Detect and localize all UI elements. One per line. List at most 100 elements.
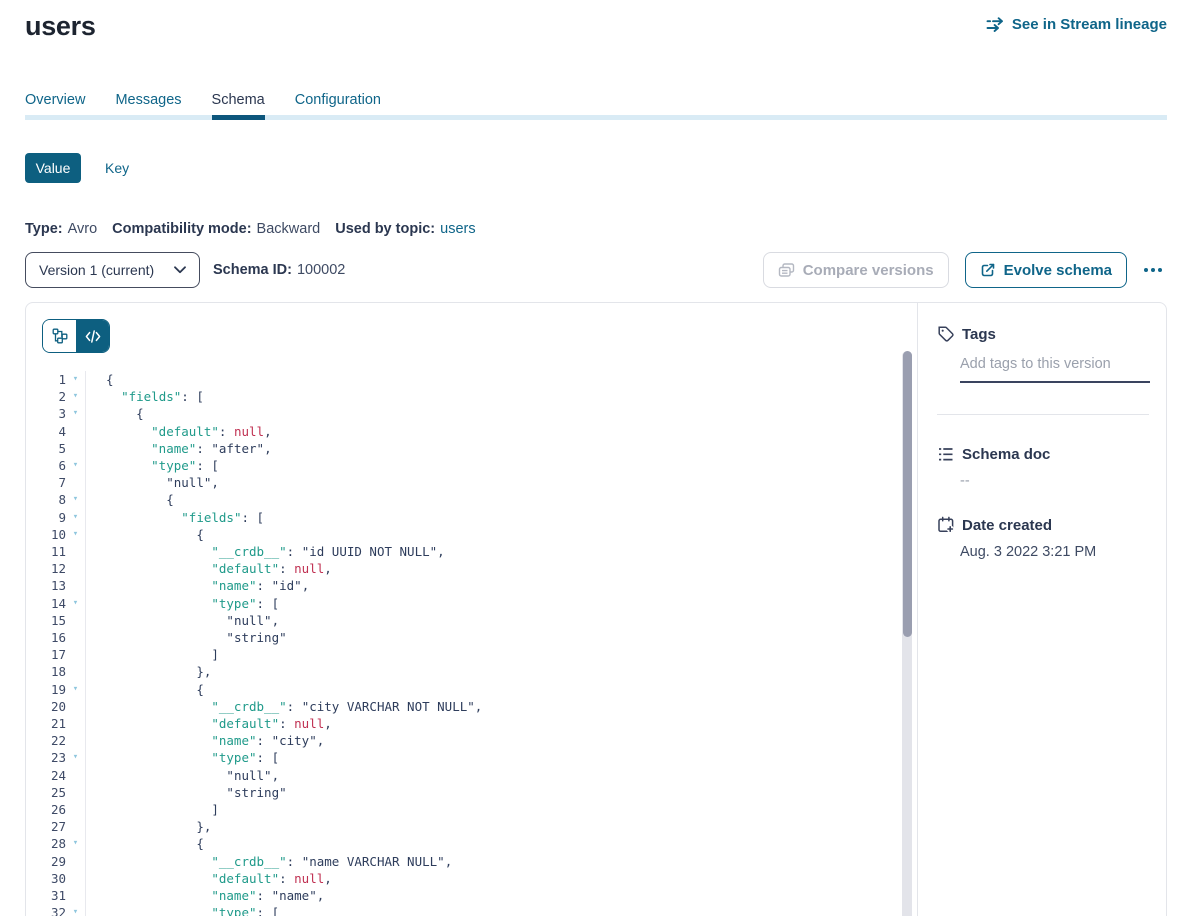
schema-doc-section-header: Schema doc [937,446,1149,463]
line-number: 12 [26,560,66,577]
tab-underline-track [25,115,1167,120]
code-line: 8▾ { [26,491,887,508]
schema-code-editor: 1▾{2▾ "fields": [3▾ {4 "default": null,5… [26,303,917,916]
tag-icon [937,325,955,343]
key-tab-button[interactable]: Key [105,160,129,176]
line-number: 17 [26,646,66,663]
code-text: { [85,526,204,543]
line-number: 27 [26,818,66,835]
fold-toggle-icon[interactable]: ▾ [66,904,85,916]
line-number: 20 [26,698,66,715]
line-number: 26 [26,801,66,818]
tags-section-header: Tags [937,325,1149,343]
code-text: "null", [85,612,279,629]
schema-panel: 1▾{2▾ "fields": [3▾ {4 "default": null,5… [25,302,1167,916]
topbar: users See in Stream lineage [25,8,1167,44]
see-in-stream-lineage-link[interactable]: See in Stream lineage [986,16,1167,33]
fold-spacer [66,767,85,784]
fold-spacer [66,646,85,663]
evolve-schema-label: Evolve schema [1004,262,1112,279]
schema-target-toggle: Value Key [25,153,1167,183]
compare-versions-button[interactable]: Compare versions [763,252,949,288]
line-number: 28 [26,835,66,852]
code-line: 27 }, [26,818,887,835]
fold-spacer [66,853,85,870]
fold-spacer [66,887,85,904]
code-text: "string" [85,784,287,801]
fold-toggle-icon[interactable]: ▾ [66,371,85,388]
chevron-down-icon [174,266,186,274]
fold-spacer [66,560,85,577]
fold-toggle-icon[interactable]: ▾ [66,457,85,474]
fold-spacer [66,715,85,732]
code-line: 25 "string" [26,784,887,801]
code-text: "name": "after", [85,440,272,457]
code-view-icon [85,329,101,344]
code-text: "default": null, [85,560,332,577]
line-number: 31 [26,887,66,904]
code-line: 30 "default": null, [26,870,887,887]
editor-scrollbar-track[interactable] [902,351,912,916]
calendar-add-icon [937,516,955,534]
version-select[interactable]: Version 1 (current) [25,252,200,288]
code-line: 31 "name": "name", [26,887,887,904]
line-number: 32 [26,904,66,916]
line-number: 21 [26,715,66,732]
line-number: 8 [26,491,66,508]
fold-toggle-icon[interactable]: ▾ [66,835,85,852]
date-created-title: Date created [962,517,1052,534]
code-text: "__crdb__": "id UUID NOT NULL", [85,543,445,560]
fold-toggle-icon[interactable]: ▾ [66,491,85,508]
line-number: 15 [26,612,66,629]
schema-meta-row: Type: Avro Compatibility mode: Backward … [25,221,1167,237]
code-line: 5 "name": "after", [26,440,887,457]
code-line: 14▾ "type": [ [26,595,887,612]
code-line: 17 ] [26,646,887,663]
fold-spacer [66,870,85,887]
used-by-topic-label: Used by topic: [335,221,435,237]
used-by-topic-link[interactable]: users [440,221,475,237]
fold-toggle-icon[interactable]: ▾ [66,388,85,405]
schema-sidebar: Tags Schema doc -- [917,303,1166,916]
fold-spacer [66,801,85,818]
code-text: "string" [85,629,287,646]
line-number: 6 [26,457,66,474]
fold-toggle-icon[interactable]: ▾ [66,595,85,612]
evolve-schema-button[interactable]: Evolve schema [965,252,1127,288]
code-text: "type": [ [85,457,219,474]
code-line: 18 }, [26,663,887,680]
line-number: 1 [26,371,66,388]
line-number: 2 [26,388,66,405]
lineage-link-label: See in Stream lineage [1012,16,1167,33]
date-created-section-header: Date created [937,516,1149,534]
fold-spacer [66,543,85,560]
line-number: 16 [26,629,66,646]
fold-spacer [66,732,85,749]
fold-toggle-icon[interactable]: ▾ [66,749,85,766]
code-text: { [85,371,114,388]
fold-toggle-icon[interactable]: ▾ [66,681,85,698]
code-line: 4 "default": null, [26,423,887,440]
code-line: 21 "default": null, [26,715,887,732]
code-text: "type": [ [85,904,279,916]
stream-lineage-icon [986,17,1005,32]
tree-view-button[interactable] [43,320,76,352]
more-actions-button[interactable] [1139,262,1167,278]
code-view-button[interactable] [76,320,109,352]
type-label: Type: [25,221,63,237]
fold-toggle-icon[interactable]: ▾ [66,509,85,526]
fold-toggle-icon[interactable]: ▾ [66,405,85,422]
fold-toggle-icon[interactable]: ▾ [66,526,85,543]
code-line: 28▾ { [26,835,887,852]
compare-versions-icon [778,263,795,278]
code-line: 2▾ "fields": [ [26,388,887,405]
add-tags-input[interactable] [960,356,1150,383]
code-text: }, [85,663,211,680]
tab-schema[interactable]: Schema [212,92,265,120]
code-line: 7 "null", [26,474,887,491]
editor-scrollbar-thumb[interactable] [903,351,912,637]
code-text: ] [85,801,219,818]
value-tab-button[interactable]: Value [25,153,81,183]
code-text: { [85,491,174,508]
code-line: 32▾ "type": [ [26,904,887,916]
